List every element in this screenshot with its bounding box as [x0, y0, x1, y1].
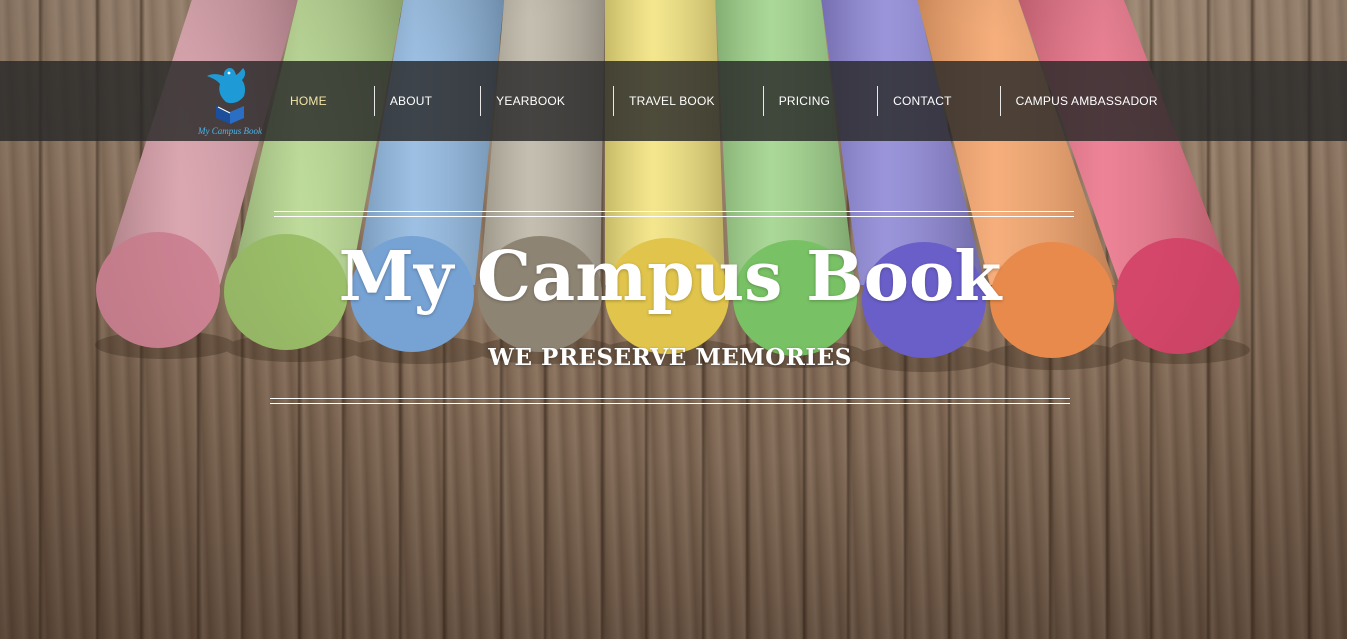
site-logo[interactable]: My Campus Book [190, 64, 270, 140]
hero-subtitle: WE PRESERVE MEMORIES [488, 344, 852, 371]
main-nav: HOME ABOUT YEARBOOK TRAVEL BOOK PRICING … [270, 86, 1158, 116]
hero-top-rule-1 [274, 211, 1074, 212]
nav-travel-book[interactable]: TRAVEL BOOK [614, 86, 763, 116]
hero-title: My Campus Book [338, 237, 1002, 317]
nav-pricing[interactable]: PRICING [764, 86, 877, 116]
hero-bottom-rule-2 [270, 403, 1070, 404]
nav-about[interactable]: ABOUT [375, 86, 480, 116]
hero-bottom-rule-1 [270, 398, 1070, 399]
nav-campus-ambassador[interactable]: CAMPUS AMBASSADOR [1001, 86, 1158, 116]
nav-contact[interactable]: CONTACT [878, 86, 1000, 116]
hero-top-rule-2 [274, 216, 1074, 217]
logo-text: My Campus Book [198, 126, 262, 136]
page: My Campus Book HOME ABOUT YEARBOOK TRAVE… [0, 0, 1347, 639]
bird-book-logo-icon [207, 68, 246, 124]
nav-home[interactable]: HOME [270, 86, 374, 116]
nav-yearbook[interactable]: YEARBOOK [481, 86, 613, 116]
